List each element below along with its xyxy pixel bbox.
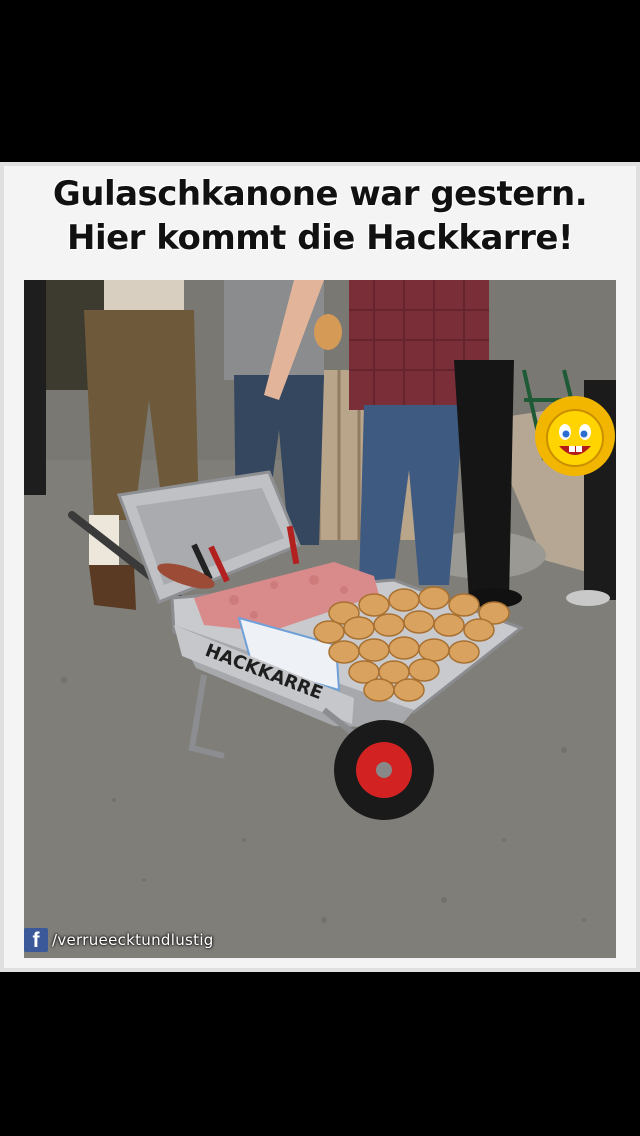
facebook-icon[interactable]: f xyxy=(24,928,48,952)
wheelbarrow-photo: HACKKARRE xyxy=(24,280,616,958)
brand-logo xyxy=(533,394,616,478)
headline-line-2: Hier kommt die Hackkarre! xyxy=(67,218,573,258)
headline: Gulaschkanone war gestern. Hier kommt di… xyxy=(4,172,636,260)
meme-card: Gulaschkanone war gestern. Hier kommt di… xyxy=(0,162,640,972)
headline-line-1: Gulaschkanone war gestern. xyxy=(52,174,588,214)
facebook-handle[interactable]: /verrueecktundlustig xyxy=(52,931,214,949)
footer: f /verrueecktundlustig xyxy=(24,926,214,954)
